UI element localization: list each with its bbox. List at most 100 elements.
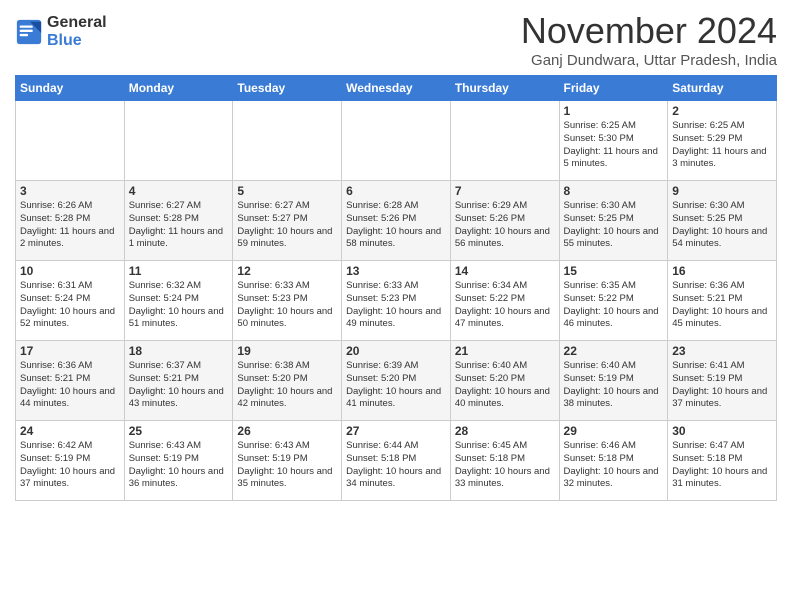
day-info: Sunrise: 6:35 AMSunset: 5:22 PMDaylight:… — [564, 280, 664, 331]
month-title: November 2024 — [521, 10, 777, 52]
calendar-cell: 21Sunrise: 6:40 AMSunset: 5:20 PMDayligh… — [450, 341, 559, 421]
day-number: 10 — [20, 264, 120, 278]
day-info: Sunrise: 6:36 AMSunset: 5:21 PMDaylight:… — [20, 360, 120, 411]
title-block: November 2024 Ganj Dundwara, Uttar Prade… — [521, 10, 777, 69]
day-info: Sunrise: 6:32 AMSunset: 5:24 PMDaylight:… — [129, 280, 229, 331]
calendar-week-4: 17Sunrise: 6:36 AMSunset: 5:21 PMDayligh… — [16, 341, 777, 421]
day-number: 18 — [129, 344, 229, 358]
header-saturday: Saturday — [668, 76, 777, 101]
header-sunday: Sunday — [16, 76, 125, 101]
calendar-cell: 6 Sunrise: 6:28 AMSunset: 5:26 PMDaylight… — [342, 181, 451, 261]
day-number: 9 — [672, 184, 772, 198]
header-friday: Friday — [559, 76, 668, 101]
calendar-cell: 1 Sunrise: 6:25 AMSunset: 5:30 PMDaylight… — [559, 101, 668, 181]
calendar-cell: 22Sunrise: 6:40 AMSunset: 5:19 PMDayligh… — [559, 341, 668, 421]
day-number: 12 — [237, 264, 337, 278]
calendar-cell: 20 Sunrise: 6:39 AMSunset: 5:20 PMDayligh… — [342, 341, 451, 421]
calendar-cell: 25 Sunrise: 6:43 AMSunset: 5:19 PMDayligh… — [124, 421, 233, 501]
day-number: 13 — [346, 264, 446, 278]
day-info: Sunrise: 6:42 AMSunset: 5:19 PMDaylight:… — [20, 440, 120, 491]
logo-blue-text: Blue — [47, 32, 107, 50]
day-info: Sunrise: 6:47 AMSunset: 5:18 PMDaylight:… — [672, 440, 772, 491]
calendar-week-1: 1 Sunrise: 6:25 AMSunset: 5:30 PMDaylight… — [16, 101, 777, 181]
calendar-cell: 14 Sunrise: 6:34 AMSunset: 5:22 PMDayligh… — [450, 261, 559, 341]
day-info: Sunrise: 6:36 AMSunset: 5:21 PMDaylight:… — [672, 280, 772, 331]
day-info: Sunrise: 6:31 AMSunset: 5:24 PMDaylight:… — [20, 280, 120, 331]
day-number: 2 — [672, 104, 772, 118]
day-info: Sunrise: 6:27 AMSunset: 5:28 PMDaylight:… — [129, 200, 229, 251]
day-number: 28 — [455, 424, 555, 438]
day-number: 1 — [564, 104, 664, 118]
day-info: Sunrise: 6:30 AMSunset: 5:25 PMDaylight:… — [564, 200, 664, 251]
day-info: Sunrise: 6:45 AMSunset: 5:18 PMDaylight:… — [455, 440, 555, 491]
header: General Blue November 2024 Ganj Dundwara… — [15, 10, 777, 69]
day-number: 3 — [20, 184, 120, 198]
day-info: Sunrise: 6:34 AMSunset: 5:22 PMDaylight:… — [455, 280, 555, 331]
calendar-cell — [16, 101, 125, 181]
calendar-cell: 13 Sunrise: 6:33 AMSunset: 5:23 PMDayligh… — [342, 261, 451, 341]
calendar-cell: 18 Sunrise: 6:37 AMSunset: 5:21 PMDayligh… — [124, 341, 233, 421]
day-info: Sunrise: 6:39 AMSunset: 5:20 PMDaylight:… — [346, 360, 446, 411]
calendar-week-3: 10 Sunrise: 6:31 AMSunset: 5:24 PMDayligh… — [16, 261, 777, 341]
day-info: Sunrise: 6:25 AMSunset: 5:30 PMDaylight:… — [564, 120, 664, 171]
day-number: 24 — [20, 424, 120, 438]
day-number: 22 — [564, 344, 664, 358]
day-info: Sunrise: 6:28 AMSunset: 5:26 PMDaylight:… — [346, 200, 446, 251]
calendar-cell: 27 Sunrise: 6:44 AMSunset: 5:18 PMDayligh… — [342, 421, 451, 501]
calendar-cell — [450, 101, 559, 181]
day-number: 15 — [564, 264, 664, 278]
day-number: 27 — [346, 424, 446, 438]
day-number: 19 — [237, 344, 337, 358]
day-number: 25 — [129, 424, 229, 438]
calendar-cell: 5 Sunrise: 6:27 AMSunset: 5:27 PMDaylight… — [233, 181, 342, 261]
day-info: Sunrise: 6:37 AMSunset: 5:21 PMDaylight:… — [129, 360, 229, 411]
logo: General Blue — [15, 14, 107, 49]
location: Ganj Dundwara, Uttar Pradesh, India — [521, 52, 777, 69]
calendar-cell: 28 Sunrise: 6:45 AMSunset: 5:18 PMDayligh… — [450, 421, 559, 501]
day-number: 23 — [672, 344, 772, 358]
calendar-cell: 10 Sunrise: 6:31 AMSunset: 5:24 PMDayligh… — [16, 261, 125, 341]
day-info: Sunrise: 6:33 AMSunset: 5:23 PMDaylight:… — [346, 280, 446, 331]
calendar-header-row: Sunday Monday Tuesday Wednesday Thursday… — [16, 76, 777, 101]
day-number: 21 — [455, 344, 555, 358]
day-number: 8 — [564, 184, 664, 198]
header-wednesday: Wednesday — [342, 76, 451, 101]
calendar-cell — [233, 101, 342, 181]
day-number: 6 — [346, 184, 446, 198]
day-number: 30 — [672, 424, 772, 438]
calendar-cell: 12 Sunrise: 6:33 AMSunset: 5:23 PMDayligh… — [233, 261, 342, 341]
header-tuesday: Tuesday — [233, 76, 342, 101]
logo-general-text: General — [47, 14, 107, 32]
calendar-cell: 7Sunrise: 6:29 AMSunset: 5:26 PMDaylight… — [450, 181, 559, 261]
day-info: Sunrise: 6:27 AMSunset: 5:27 PMDaylight:… — [237, 200, 337, 251]
calendar-cell: 9Sunrise: 6:30 AMSunset: 5:25 PMDaylight… — [668, 181, 777, 261]
calendar-cell: 19 Sunrise: 6:38 AMSunset: 5:20 PMDayligh… — [233, 341, 342, 421]
day-number: 16 — [672, 264, 772, 278]
logo-text: General Blue — [47, 14, 107, 49]
day-number: 29 — [564, 424, 664, 438]
calendar-cell: 23Sunrise: 6:41 AMSunset: 5:19 PMDayligh… — [668, 341, 777, 421]
day-info: Sunrise: 6:44 AMSunset: 5:18 PMDaylight:… — [346, 440, 446, 491]
day-info: Sunrise: 6:25 AMSunset: 5:29 PMDaylight:… — [672, 120, 772, 171]
day-info: Sunrise: 6:38 AMSunset: 5:20 PMDaylight:… — [237, 360, 337, 411]
calendar-table: Sunday Monday Tuesday Wednesday Thursday… — [15, 75, 777, 501]
day-info: Sunrise: 6:43 AMSunset: 5:19 PMDaylight:… — [237, 440, 337, 491]
calendar-page: General Blue November 2024 Ganj Dundwara… — [0, 0, 792, 612]
day-number: 14 — [455, 264, 555, 278]
calendar-cell: 4Sunrise: 6:27 AMSunset: 5:28 PMDaylight… — [124, 181, 233, 261]
calendar-week-5: 24 Sunrise: 6:42 AMSunset: 5:19 PMDayligh… — [16, 421, 777, 501]
calendar-cell: 26Sunrise: 6:43 AMSunset: 5:19 PMDayligh… — [233, 421, 342, 501]
calendar-cell: 16 Sunrise: 6:36 AMSunset: 5:21 PMDayligh… — [668, 261, 777, 341]
day-number: 5 — [237, 184, 337, 198]
calendar-cell — [342, 101, 451, 181]
calendar-cell — [124, 101, 233, 181]
calendar-cell: 17Sunrise: 6:36 AMSunset: 5:21 PMDayligh… — [16, 341, 125, 421]
calendar-cell: 2 Sunrise: 6:25 AMSunset: 5:29 PMDaylight… — [668, 101, 777, 181]
day-info: Sunrise: 6:33 AMSunset: 5:23 PMDaylight:… — [237, 280, 337, 331]
day-info: Sunrise: 6:43 AMSunset: 5:19 PMDaylight:… — [129, 440, 229, 491]
day-number: 20 — [346, 344, 446, 358]
calendar-cell: 30 Sunrise: 6:47 AMSunset: 5:18 PMDayligh… — [668, 421, 777, 501]
day-info: Sunrise: 6:29 AMSunset: 5:26 PMDaylight:… — [455, 200, 555, 251]
calendar-week-2: 3Sunrise: 6:26 AMSunset: 5:28 PMDaylight… — [16, 181, 777, 261]
day-number: 11 — [129, 264, 229, 278]
